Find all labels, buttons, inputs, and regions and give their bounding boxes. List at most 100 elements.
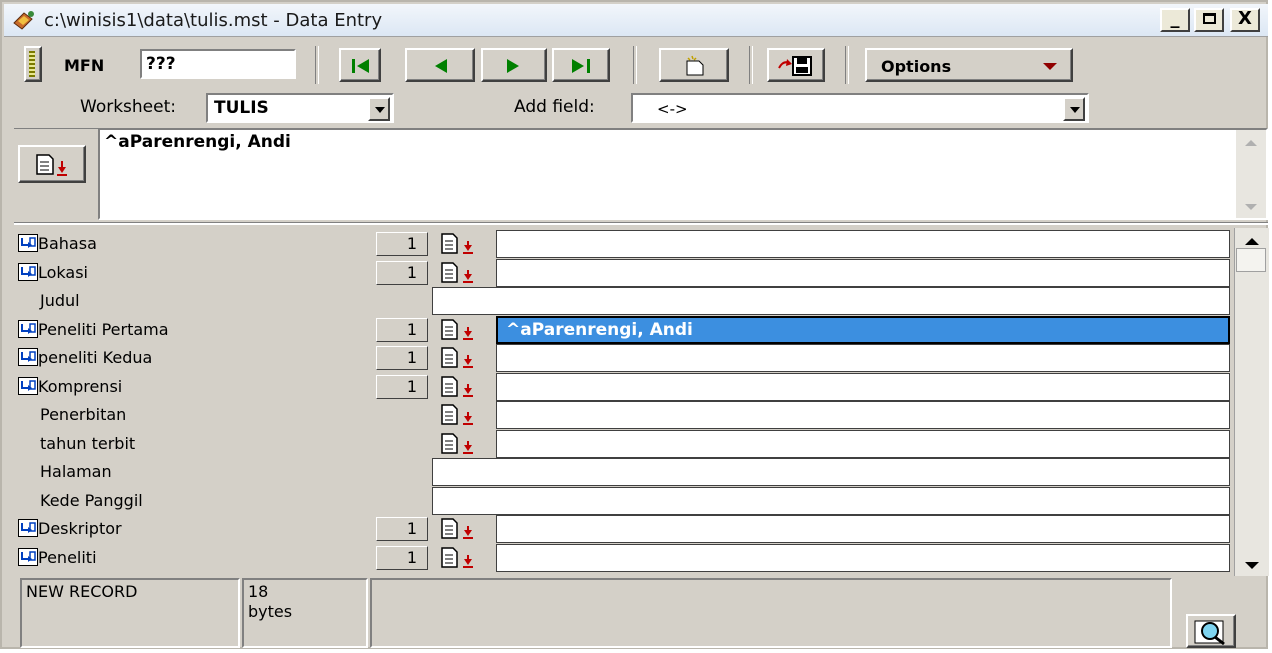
maximize-icon <box>1202 13 1216 24</box>
scroll-down-icon[interactable] <box>1245 204 1257 210</box>
field-input-deskriptor[interactable] <box>496 515 1230 543</box>
next-record-button[interactable] <box>481 48 547 82</box>
occurrence-counter[interactable]: 1 <box>376 517 428 541</box>
previous-record-icon <box>435 59 447 73</box>
close-button[interactable]: X <box>1230 8 1260 32</box>
field-label: Peneliti <box>38 548 97 567</box>
field-input-penerbitan[interactable] <box>496 401 1230 429</box>
field-input-bahasa[interactable] <box>496 230 1230 258</box>
worksheet-label: Worksheet: <box>80 97 176 117</box>
magnifier-icon <box>1194 620 1225 646</box>
field-label: Deskriptor <box>38 519 122 538</box>
edit-field-icon[interactable] <box>440 262 482 284</box>
new-document-icon <box>686 55 704 76</box>
add-field-dropdown-arrow[interactable] <box>1063 97 1085 121</box>
scroll-up-icon[interactable] <box>1245 238 1259 245</box>
options-menu-button[interactable]: Options <box>865 48 1073 82</box>
edit-field-icon[interactable] <box>440 376 482 398</box>
field-input-peneliti[interactable] <box>496 544 1230 572</box>
field-input-peneliti-pertama[interactable]: ^aParenrengi, Andi <box>496 316 1230 344</box>
previous-record-button[interactable] <box>405 48 475 82</box>
edit-field-icon[interactable] <box>440 319 482 341</box>
field-editor-textarea[interactable]: ^aParenrengi, Andi <box>98 128 1268 220</box>
field-input-komprensi[interactable] <box>496 373 1230 401</box>
field-label: Penerbitan <box>40 405 127 424</box>
scroll-thumb[interactable] <box>1236 248 1266 272</box>
occurrence-counter[interactable]: 1 <box>376 232 428 256</box>
editor-text: ^aParenrengi, Andi <box>104 132 291 152</box>
occurrence-counter[interactable]: 1 <box>376 546 428 570</box>
field-input-peneliti-kedua[interactable] <box>496 344 1230 372</box>
record-size-panel: 18 bytes <box>242 578 368 648</box>
field-input-kede-panggil[interactable] <box>432 487 1230 515</box>
repeat-symbol-icon <box>21 380 36 391</box>
repeat-symbol-icon <box>21 237 36 248</box>
mfn-input[interactable]: ??? <box>140 49 296 79</box>
record-status-panel: NEW RECORD <box>20 578 240 648</box>
repeat-field-icon[interactable] <box>18 377 38 395</box>
maximize-button[interactable] <box>1194 8 1224 32</box>
add-field-label: Add field: <box>514 97 595 117</box>
field-input-lokasi[interactable] <box>496 259 1230 287</box>
field-label: Judul <box>40 291 80 310</box>
repeat-field-icon[interactable] <box>18 548 38 566</box>
save-record-button[interactable] <box>767 48 825 82</box>
worksheet-dropdown-arrow[interactable] <box>368 97 390 121</box>
first-record-icon <box>352 59 369 73</box>
field-label: Lokasi <box>38 263 88 282</box>
new-record-button[interactable] <box>659 48 729 82</box>
edit-field-icon[interactable] <box>440 347 482 369</box>
toolbar-separator <box>633 46 637 84</box>
repeat-symbol-icon <box>21 351 36 362</box>
repeat-field-icon[interactable] <box>18 263 38 281</box>
edit-field-icon[interactable] <box>440 404 482 426</box>
field-label: peneliti Kedua <box>38 348 153 367</box>
occurrence-counter[interactable]: 1 <box>376 346 428 370</box>
edit-field-icon[interactable] <box>440 433 482 455</box>
worksheet-select[interactable]: TULIS <box>206 93 394 123</box>
record-size-number: 18 <box>248 582 269 601</box>
toolbar-separator <box>749 46 753 84</box>
edit-field-icon[interactable] <box>440 233 482 255</box>
toolbar-separator <box>845 46 849 84</box>
save-disk-icon <box>778 56 812 76</box>
search-button[interactable] <box>1186 614 1236 648</box>
last-record-button[interactable] <box>552 48 610 82</box>
data-entry-window: c:\winisis1\data\tulis.mst - Data Entry … <box>0 0 1269 649</box>
grip-icon <box>29 51 35 77</box>
options-label: Options <box>881 57 952 76</box>
repeat-symbol-icon <box>21 323 36 334</box>
minimize-button[interactable]: _ <box>1160 8 1190 32</box>
add-field-value: <-> <box>657 100 688 118</box>
worksheet-value: TULIS <box>214 98 269 118</box>
title-bar[interactable]: c:\winisis1\data\tulis.mst - Data Entry … <box>4 4 1268 37</box>
repeat-field-icon[interactable] <box>18 320 38 338</box>
field-input-judul[interactable] <box>432 287 1230 315</box>
occurrence-counter[interactable]: 1 <box>376 318 428 342</box>
record-status-text: NEW RECORD <box>26 582 138 601</box>
mfn-value: ??? <box>146 54 176 74</box>
field-input-halaman[interactable] <box>432 458 1230 486</box>
edit-field-icon[interactable] <box>440 547 482 569</box>
toolbar-grip-handle[interactable] <box>24 46 42 82</box>
editor-scrollbar[interactable] <box>1236 130 1266 218</box>
window-title: c:\winisis1\data\tulis.mst - Data Entry <box>44 10 383 31</box>
repeat-field-icon[interactable] <box>18 519 38 537</box>
repeat-field-icon[interactable] <box>18 348 38 366</box>
occurrence-counter[interactable]: 1 <box>376 261 428 285</box>
add-field-select[interactable]: <-> <box>631 93 1089 123</box>
editor-apply-button[interactable] <box>18 145 86 183</box>
scroll-down-icon[interactable] <box>1245 562 1259 569</box>
field-input-tahun-terbit[interactable] <box>496 430 1230 458</box>
field-label: tahun terbit <box>40 434 136 453</box>
edit-field-icon[interactable] <box>440 518 482 540</box>
occurrence-counter[interactable]: 1 <box>376 375 428 399</box>
field-list-scrollbar[interactable] <box>1234 228 1269 576</box>
last-record-icon <box>572 59 590 73</box>
repeat-field-icon[interactable] <box>18 234 38 252</box>
mfn-label: MFN <box>64 56 105 75</box>
first-record-button[interactable] <box>339 48 381 82</box>
scroll-up-icon[interactable] <box>1245 140 1257 146</box>
toolbar-separator <box>315 46 319 84</box>
repeat-symbol-icon <box>21 266 36 277</box>
